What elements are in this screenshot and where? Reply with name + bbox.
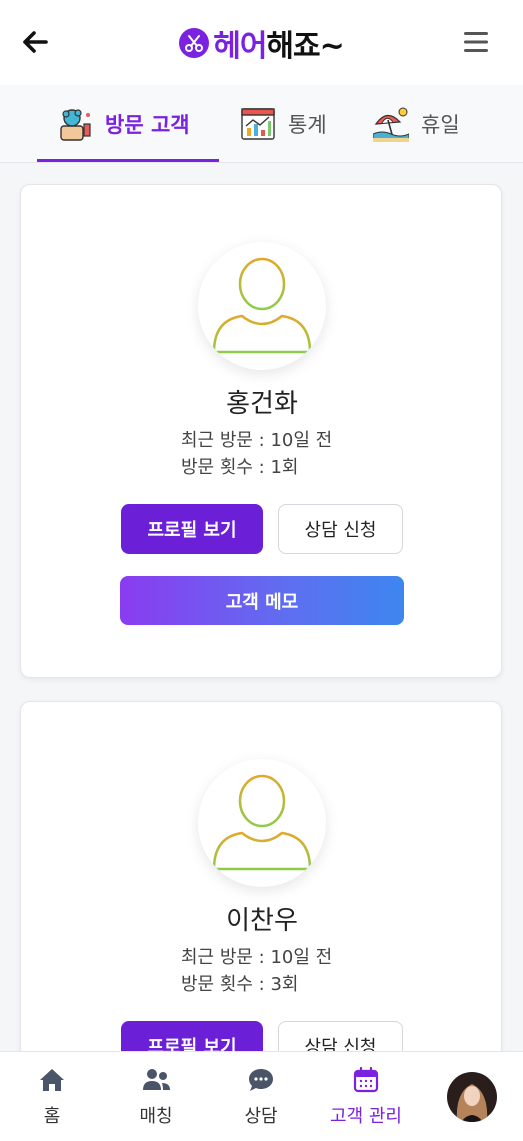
calendar-icon	[353, 1066, 379, 1093]
tab-bar: 방문 고객 통계 휴일	[0, 85, 523, 163]
customer-memo-button[interactable]: 고객 메모	[120, 576, 404, 625]
visit-count-text: 방문 횟수 : 3회	[181, 974, 299, 995]
logo-text: 헤어해죠~	[213, 21, 345, 65]
app-logo[interactable]: 헤어해죠~	[179, 21, 345, 65]
users-icon	[143, 1069, 170, 1090]
nav-customer-management[interactable]: 고객 관리	[314, 1052, 418, 1141]
customer-info: 최근 방문 : 10일 전 방문 횟수 : 1회	[181, 427, 332, 481]
home-icon	[40, 1069, 64, 1091]
tab-label: 방문 고객	[105, 113, 190, 137]
logo-text-part2: 해죠~	[266, 28, 344, 64]
arrow-left-icon	[23, 31, 48, 53]
user-placeholder-icon	[212, 774, 312, 871]
recent-visit-text: 최근 방문 : 10일 전	[181, 947, 333, 968]
beach-umbrella-icon	[373, 107, 409, 142]
tab-statistics[interactable]: 통계	[240, 85, 327, 163]
nav-label: 홈	[43, 1106, 61, 1127]
nav-matching[interactable]: 매칭	[104, 1052, 208, 1141]
scissors-icon	[179, 27, 210, 58]
customer-avatar	[198, 242, 326, 370]
nav-label: 고객 관리	[330, 1106, 402, 1127]
nav-consultation[interactable]: 상담	[209, 1052, 313, 1141]
customer-avatar	[198, 759, 326, 887]
customer-name: 홍건화	[226, 389, 298, 419]
nav-label: 상담	[244, 1106, 278, 1127]
top-bar: 헤어해죠~	[0, 0, 523, 85]
tab-holiday[interactable]: 휴일	[373, 85, 460, 163]
menu-button[interactable]	[459, 26, 493, 58]
customer-card: 홍건화 최근 방문 : 10일 전 방문 횟수 : 1회 프로필 보기 상담 신…	[20, 184, 502, 678]
user-placeholder-icon	[212, 257, 312, 354]
request-consultation-button[interactable]: 상담 신청	[278, 504, 403, 554]
user-photo-avatar	[447, 1072, 497, 1122]
profile-avatar[interactable]	[447, 1072, 497, 1122]
nav-label: 매칭	[139, 1106, 173, 1127]
tab-visit-customers[interactable]: 방문 고객	[57, 85, 190, 163]
stylist-icon	[60, 109, 91, 141]
tab-label: 휴일	[421, 113, 460, 137]
customer-name: 이찬우	[226, 906, 298, 936]
chart-icon	[241, 108, 275, 140]
nav-home[interactable]: 홈	[0, 1052, 104, 1141]
chat-icon	[249, 1069, 273, 1091]
back-button[interactable]	[18, 26, 52, 58]
hamburger-icon	[464, 32, 488, 52]
logo-text-part1: 헤어	[213, 28, 267, 64]
recent-visit-text: 최근 방문 : 10일 전	[181, 430, 333, 451]
visit-count-text: 방문 횟수 : 1회	[181, 457, 299, 478]
customer-info: 최근 방문 : 10일 전 방문 횟수 : 3회	[181, 944, 332, 998]
view-profile-button[interactable]: 프로필 보기	[121, 504, 263, 554]
active-tab-indicator	[37, 159, 219, 162]
tab-label: 통계	[288, 113, 327, 137]
bottom-nav: 홈 매칭 상담 고객 관리	[0, 1051, 523, 1141]
